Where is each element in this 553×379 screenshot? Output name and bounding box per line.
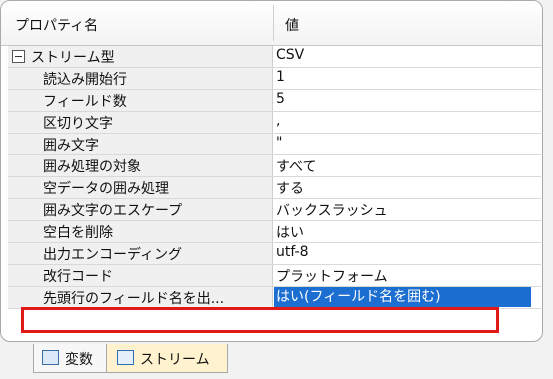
table-row-stream-type[interactable]: ストリーム型 CSV: [8, 46, 541, 68]
highlight-box: [21, 307, 499, 333]
property-table: プロパティ名 値 ストリーム型 CSV 読込み開始行 1 フィールド数 5 区切…: [0, 0, 543, 342]
property-key: 空データの囲み処理: [43, 181, 169, 198]
property-key: 区切り文字: [43, 115, 113, 132]
collapse-toggle-icon[interactable]: [12, 50, 25, 63]
table-row[interactable]: 空データの囲み処理 する: [8, 177, 541, 200]
tab-variables[interactable]: 変数: [33, 344, 109, 373]
property-value[interactable]: CSV: [276, 47, 304, 63]
property-key: 囲み処理の対象: [43, 159, 141, 176]
property-key-cell: 改行コード: [8, 264, 273, 286]
table-header: プロパティ名 値: [1, 1, 542, 46]
property-value[interactable]: すべて: [276, 156, 316, 176]
property-value[interactable]: プラットフォーム: [276, 266, 388, 286]
table-row[interactable]: 改行コード プラットフォーム: [8, 264, 541, 287]
property-value[interactable]: 1: [276, 69, 285, 85]
property-key-cell: 出力エンコーディング: [8, 243, 273, 264]
property-key: 改行コード: [43, 268, 113, 285]
property-key: 読込み開始行: [43, 71, 127, 88]
property-key-cell: フィールド数: [8, 89, 273, 111]
property-value[interactable]: utf-8: [276, 244, 308, 260]
tab-stream[interactable]: ストリーム: [106, 344, 228, 373]
property-value[interactable]: 5: [276, 91, 285, 107]
tab-label: 変数: [65, 352, 93, 368]
property-value[interactable]: はい: [276, 222, 304, 242]
property-key: 出力エンコーディング: [43, 247, 183, 264]
table-row[interactable]: 読込み開始行 1: [8, 67, 541, 90]
property-key: 囲み文字のエスケープ: [43, 203, 183, 220]
table-row[interactable]: 囲み文字のエスケープ バックスラッシュ: [8, 199, 541, 222]
property-key-cell: 区切り文字: [8, 111, 273, 133]
table-row[interactable]: 出力エンコーディング utf-8: [8, 243, 541, 265]
property-key-cell: 囲み処理の対象: [8, 155, 273, 177]
stream-icon: [117, 350, 134, 365]
property-key: フィールド数: [43, 93, 127, 110]
property-value[interactable]: する: [276, 178, 304, 198]
table-row[interactable]: フィールド数 5: [8, 89, 541, 112]
property-key-cell: 囲み文字: [8, 133, 273, 155]
property-key-cell: ストリーム型: [8, 46, 273, 67]
property-key: 囲み文字: [43, 137, 99, 154]
table-row-selected[interactable]: 先頭行のフィールド名を出... はい(フィールド名を囲む): [8, 286, 541, 309]
property-key: 先頭行のフィールド名を出...: [43, 290, 225, 307]
property-value-selected[interactable]: はい(フィールド名を囲む): [274, 286, 531, 307]
property-key: 空白を削除: [43, 225, 113, 242]
table-row[interactable]: 区切り文字 ,: [8, 111, 541, 134]
table-row[interactable]: 囲み処理の対象 すべて: [8, 155, 541, 178]
column-header-value[interactable]: 値: [285, 15, 299, 35]
property-value[interactable]: バックスラッシュ: [276, 200, 388, 220]
property-key-cell: 囲み文字のエスケープ: [8, 199, 273, 221]
table-row[interactable]: 空白を削除 はい: [8, 221, 541, 244]
property-grid: ストリーム型 CSV 読込み開始行 1 フィールド数 5 区切り文字 , 囲み文…: [8, 46, 541, 309]
variable-icon: [42, 350, 59, 365]
column-separator[interactable]: [273, 5, 274, 41]
property-key-cell: 空白を削除: [8, 221, 273, 243]
property-key-cell: 先頭行のフィールド名を出...: [8, 286, 273, 308]
property-key-cell: 読込み開始行: [8, 67, 273, 89]
property-value[interactable]: ,: [276, 113, 280, 129]
property-key-cell: 空データの囲み処理: [8, 177, 273, 199]
column-header-property-name[interactable]: プロパティ名: [15, 15, 98, 35]
table-row[interactable]: 囲み文字 ": [8, 133, 541, 156]
tab-label: ストリーム: [140, 352, 210, 368]
property-key: ストリーム型: [31, 50, 115, 66]
property-value[interactable]: ": [276, 135, 282, 151]
